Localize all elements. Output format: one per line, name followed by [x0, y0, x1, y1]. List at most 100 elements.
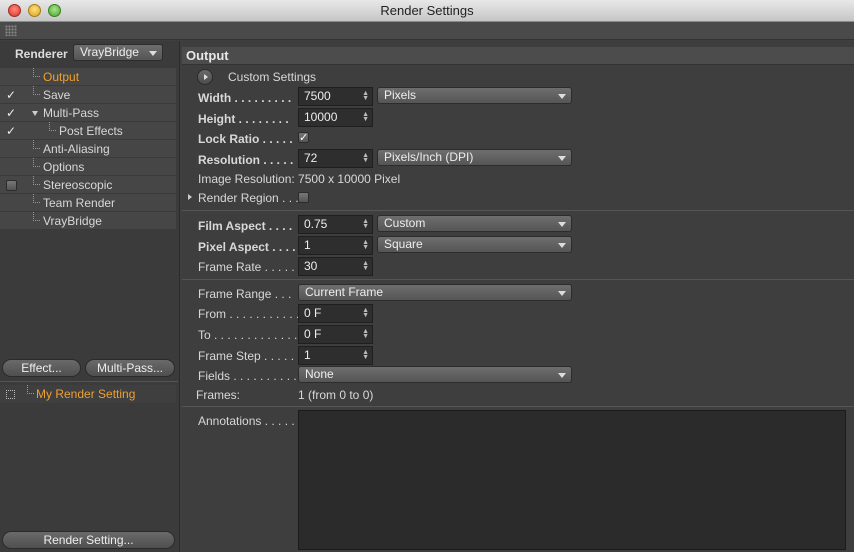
stepper-icon[interactable]: ▲ ▼ [362, 307, 369, 319]
width-unit-value: Pixels [384, 88, 417, 102]
tree-item-label: Save [43, 88, 71, 102]
tree-branch-icon [33, 140, 40, 149]
tree-branch-icon [27, 385, 34, 394]
tree-item-label: Options [43, 160, 85, 174]
tree-item-post-effects[interactable]: ✓ Post Effects [0, 122, 176, 140]
effect-button[interactable]: Effect... [2, 359, 81, 377]
frame-step-value: 1 [304, 348, 311, 362]
film-aspect-preset: Custom [384, 216, 426, 230]
lock-ratio-checkbox[interactable]: ✓ [298, 132, 309, 144]
checkmark-icon[interactable]: ✓ [6, 89, 18, 101]
tree-item-output[interactable]: Output [0, 68, 176, 86]
tree-item-label: Stereoscopic [43, 178, 113, 192]
film-aspect-dropdown[interactable]: Custom [377, 215, 572, 232]
tree-item-label: Team Render [43, 196, 116, 210]
from-input[interactable]: 0 F ▲ ▼ [298, 304, 373, 323]
stepper-icon[interactable]: ▲ ▼ [362, 90, 369, 102]
resolution-label: Resolution . . . . . [198, 153, 294, 167]
checkmark-icon[interactable]: ✓ [6, 107, 18, 119]
tree-item-stereoscopic[interactable]: Stereoscopic [0, 176, 176, 194]
expand-triangle-icon[interactable] [188, 194, 192, 200]
height-input[interactable]: 10000 ▲ ▼ [298, 108, 373, 127]
stepper-icon[interactable]: ▲ ▼ [362, 328, 369, 340]
width-unit-dropdown[interactable]: Pixels [377, 87, 572, 104]
enable-checkbox[interactable] [6, 180, 17, 191]
frame-step-label: Frame Step . . . . . [198, 349, 295, 363]
renderer-dropdown[interactable]: VrayBridge [73, 44, 163, 61]
tree-branch-icon [33, 212, 40, 221]
resolution-input[interactable]: 72 ▲ ▼ [298, 149, 373, 168]
expand-triangle-icon[interactable] [32, 111, 38, 116]
divider [0, 381, 178, 382]
chevron-down-icon [558, 94, 566, 99]
render-region-checkbox[interactable] [298, 192, 309, 203]
annotations-textarea[interactable] [298, 410, 846, 550]
from-value: 0 F [304, 306, 322, 320]
stepper-icon[interactable]: ▲ ▼ [362, 111, 369, 123]
annotations-label: Annotations . . . . . [198, 414, 295, 428]
pixel-aspect-dropdown[interactable]: Square [377, 236, 572, 253]
width-label: Width . . . . . . . . . [198, 91, 292, 105]
tree-item-label: Post Effects [59, 124, 123, 138]
frame-rate-input[interactable]: 30 ▲ ▼ [298, 257, 373, 276]
tree-item-save[interactable]: ✓ Save [0, 86, 176, 104]
to-input[interactable]: 0 F ▲ ▼ [298, 325, 373, 344]
film-aspect-input[interactable]: 0.75 ▲ ▼ [298, 215, 373, 234]
title-bar: Render Settings [0, 0, 854, 22]
pixel-aspect-preset: Square [384, 237, 423, 251]
tree-branch-icon [33, 194, 40, 203]
height-value: 10000 [304, 110, 338, 124]
frame-range-value: Current Frame [305, 285, 384, 299]
height-label: Height . . . . . . . . [198, 112, 289, 126]
section-header: Output [182, 47, 854, 65]
lock-ratio-label: Lock Ratio . . . . . [198, 132, 293, 146]
render-setting-item[interactable]: My Render Setting [0, 385, 176, 403]
render-setting-label: My Render Setting [36, 387, 136, 401]
custom-settings-label: Custom Settings [228, 70, 317, 84]
tree-item-label: Anti-Aliasing [43, 142, 110, 156]
renderer-row: Renderer VrayBridge [0, 41, 180, 65]
tool-strip [0, 22, 854, 40]
chevron-down-icon [558, 156, 566, 161]
chevron-down-icon [558, 222, 566, 227]
fields-dropdown[interactable]: None [298, 366, 572, 383]
tree-item-anti-aliasing[interactable]: Anti-Aliasing [0, 140, 176, 158]
frame-range-dropdown[interactable]: Current Frame [298, 284, 572, 301]
render-setting-button[interactable]: Render Setting... [2, 531, 175, 549]
film-aspect-label: Film Aspect . . . . [198, 219, 293, 233]
stepper-icon[interactable]: ▲ ▼ [362, 152, 369, 164]
window-title: Render Settings [380, 3, 474, 18]
resolution-unit-dropdown[interactable]: Pixels/Inch (DPI) [377, 149, 572, 166]
stepper-icon[interactable]: ▲ ▼ [362, 218, 369, 230]
tree-item-label: Multi-Pass [43, 106, 100, 120]
width-input[interactable]: 7500 ▲ ▼ [298, 87, 373, 106]
settings-sidebar: Renderer VrayBridge Output ✓ Save ✓ Mult… [0, 41, 180, 552]
stepper-icon[interactable]: ▲ ▼ [362, 260, 369, 272]
pixel-aspect-value: 1 [304, 238, 311, 252]
tree-item-label: VrayBridge [43, 214, 102, 228]
settings-tree: Output ✓ Save ✓ Multi-Pass ✓ Post Effect… [0, 68, 176, 230]
chevron-down-icon [558, 373, 566, 378]
renderer-value: VrayBridge [80, 45, 139, 59]
stepper-icon[interactable]: ▲ ▼ [362, 239, 369, 251]
tree-item-vraybridge[interactable]: VrayBridge [0, 212, 176, 230]
render-setting-icon [6, 390, 15, 399]
fields-value: None [305, 367, 334, 381]
tree-item-multi-pass[interactable]: ✓ Multi-Pass [0, 104, 176, 122]
grip-icon[interactable] [5, 25, 17, 36]
frame-step-input[interactable]: 1 ▲ ▼ [298, 346, 373, 365]
section-title: Output [186, 48, 229, 63]
tree-item-options[interactable]: Options [0, 158, 176, 176]
play-icon[interactable] [197, 69, 213, 85]
tree-branch-icon [33, 158, 40, 167]
frame-range-label: Frame Range . . . [198, 287, 292, 301]
multi-pass-button[interactable]: Multi-Pass... [85, 359, 175, 377]
film-aspect-value: 0.75 [304, 217, 328, 231]
tree-item-team-render[interactable]: Team Render [0, 194, 176, 212]
chevron-down-icon [558, 291, 566, 296]
tree-branch-icon [33, 68, 40, 77]
stepper-icon[interactable]: ▲ ▼ [362, 349, 369, 361]
tree-branch-icon [49, 122, 56, 131]
checkmark-icon[interactable]: ✓ [6, 125, 18, 137]
pixel-aspect-input[interactable]: 1 ▲ ▼ [298, 236, 373, 255]
